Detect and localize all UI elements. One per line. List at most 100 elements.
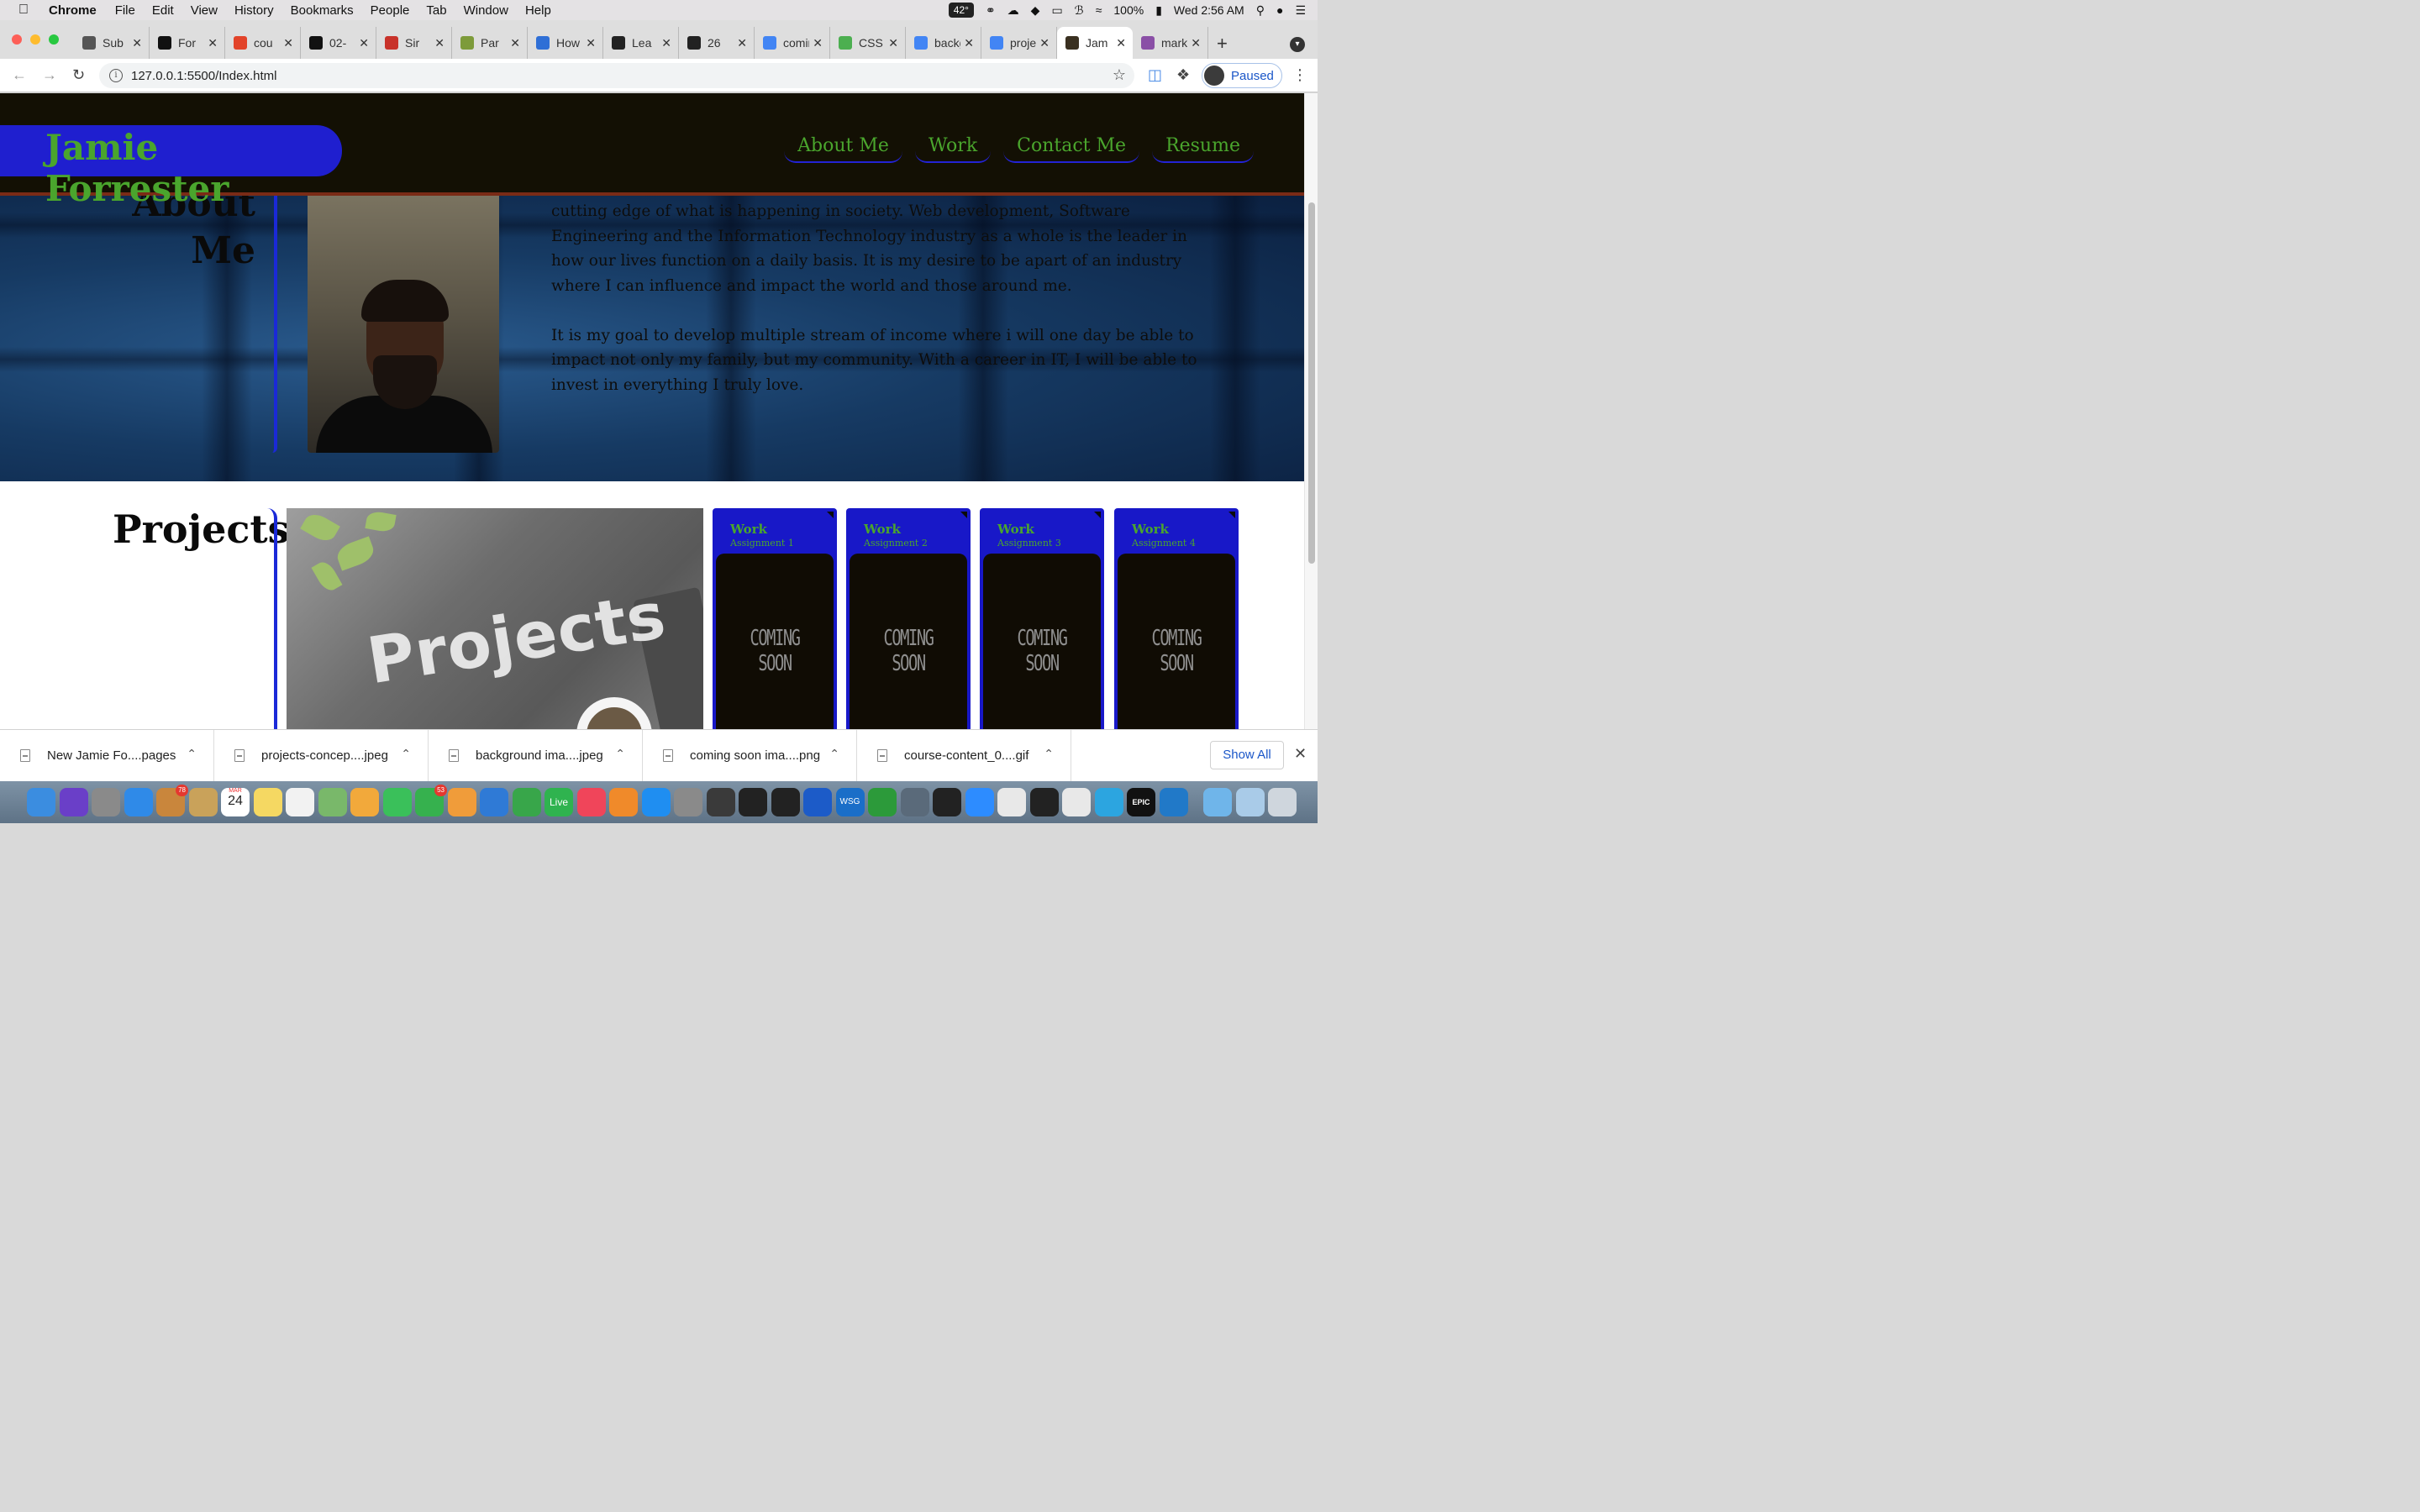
tab-search-icon[interactable]: ▾	[1290, 37, 1305, 52]
pages-icon[interactable]	[447, 788, 476, 816]
project-card[interactable]: Work Assignment 4 COMING SOON	[1114, 508, 1239, 729]
browser-tab[interactable]: 26 ✕	[679, 27, 755, 59]
siri-icon[interactable]	[59, 788, 88, 816]
chevron-up-icon[interactable]: ⌃	[615, 747, 625, 761]
project-card[interactable]: Work Assignment 3 COMING SOON	[980, 508, 1104, 729]
waves-icon[interactable]	[803, 788, 832, 816]
close-tab-icon[interactable]: ✕	[1116, 36, 1126, 50]
page-scrollbar[interactable]	[1304, 93, 1318, 729]
forward-arrow-icon[interactable]: →	[42, 66, 57, 84]
brand-name[interactable]: Jamie Forrester	[45, 127, 342, 209]
apple-menu-icon[interactable]: 	[18, 3, 35, 18]
menu-people[interactable]: People	[371, 3, 410, 18]
waves-icon[interactable]	[771, 788, 800, 816]
close-tab-icon[interactable]: ✕	[888, 36, 898, 50]
battery-icon[interactable]: ▮	[1155, 3, 1162, 18]
close-window-button[interactable]	[12, 34, 22, 45]
spotlight-search-icon[interactable]: ⚲	[1256, 3, 1265, 18]
back-arrow-icon[interactable]: ←	[12, 66, 27, 84]
menu-help[interactable]: Help	[525, 3, 551, 18]
telegram-icon[interactable]	[1094, 788, 1123, 816]
notification-center-icon[interactable]: ☰	[1295, 3, 1306, 18]
chevron-up-icon[interactable]: ⌃	[401, 747, 411, 761]
trash-icon[interactable]	[1268, 788, 1297, 816]
zoom-window-button[interactable]	[49, 34, 59, 45]
finder-icon[interactable]	[27, 788, 55, 816]
numbers-icon[interactable]	[512, 788, 541, 816]
download-item[interactable]: course-content_0....gif ⌃	[857, 729, 1071, 782]
new-tab-button[interactable]: +	[1217, 33, 1228, 55]
live-icon[interactable]: Live	[544, 788, 573, 816]
close-tab-icon[interactable]: ✕	[1191, 36, 1201, 50]
chevron-up-icon[interactable]: ⌃	[829, 747, 839, 761]
project-card[interactable]: Work Assignment 2 COMING SOON	[846, 508, 971, 729]
browser-tab[interactable]: project✕	[981, 27, 1057, 59]
download-item[interactable]: coming soon ima....png ⌃	[643, 729, 857, 782]
waves-icon[interactable]	[739, 788, 767, 816]
browser-tab[interactable]: Par ✕	[452, 27, 528, 59]
reminders-icon[interactable]	[286, 788, 314, 816]
bluetooth-icon[interactable]: ℬ	[1075, 3, 1084, 18]
mail-stamp-icon[interactable]: 78	[156, 785, 188, 816]
safari-icon[interactable]	[124, 788, 153, 816]
browser-tab[interactable]: markdo✕	[1133, 27, 1208, 59]
facetime-icon[interactable]: 53	[415, 785, 447, 816]
site-info-icon[interactable]: i	[109, 69, 123, 82]
close-tab-icon[interactable]: ✕	[661, 36, 671, 50]
browser-tab[interactable]: backgr ✕	[906, 27, 981, 59]
url-text[interactable]: 127.0.0.1:5500/Index.html	[131, 69, 276, 83]
photos-icon[interactable]	[350, 788, 379, 816]
download-item[interactable]: New Jamie Fo....pages ⌃	[0, 729, 214, 782]
browser-tab[interactable]: Sir ✕	[376, 27, 452, 59]
browser-tab[interactable]: Sub ✕	[74, 27, 150, 59]
browser-tab[interactable]: For ✕	[150, 27, 225, 59]
messages-icon[interactable]	[382, 788, 412, 816]
browser-tab[interactable]: How ✕	[528, 27, 603, 59]
epic-games-icon[interactable]: EPIC	[1127, 788, 1155, 816]
notes-icon[interactable]	[253, 788, 282, 816]
nav-work[interactable]: Work	[914, 134, 992, 163]
browser-tab[interactable]: cou ✕	[225, 27, 301, 59]
launchpad-icon[interactable]	[92, 788, 120, 816]
system-preferences-icon[interactable]	[674, 788, 702, 816]
browser-tab[interactable]: coming ✕	[755, 27, 830, 59]
extension-cup-icon[interactable]: ◫	[1148, 66, 1162, 84]
wsg-icon[interactable]: WSG	[835, 788, 865, 816]
close-tab-icon[interactable]: ✕	[1039, 36, 1050, 50]
projects-hero-image[interactable]: Projects	[287, 508, 703, 729]
weather-widget[interactable]: 42°	[948, 3, 974, 18]
airplay-icon[interactable]: ▭	[1051, 3, 1062, 18]
chrome-menu-icon[interactable]: ⋮	[1292, 66, 1307, 84]
menu-edit[interactable]: Edit	[152, 3, 174, 18]
nav-about-me[interactable]: About Me	[784, 134, 902, 163]
menu-bookmarks[interactable]: Bookmarks	[291, 3, 354, 18]
clock[interactable]: Wed 2:56 AM	[1174, 3, 1244, 17]
browser-tab[interactable]: CSS Fo✕	[830, 27, 906, 59]
close-download-shelf-icon[interactable]: ✕	[1294, 745, 1307, 763]
menu-view[interactable]: View	[191, 3, 218, 18]
download-item[interactable]: background ima....jpeg ⌃	[429, 729, 643, 782]
menu-history[interactable]: History	[234, 3, 274, 18]
terminal-icon[interactable]	[1029, 788, 1059, 816]
close-tab-icon[interactable]: ✕	[208, 36, 218, 50]
folder-icon[interactable]	[1203, 788, 1232, 816]
close-tab-icon[interactable]: ✕	[964, 36, 974, 50]
bookmark-star-icon[interactable]: ☆	[1113, 66, 1126, 84]
close-tab-icon[interactable]: ✕	[510, 36, 520, 50]
maps-icon[interactable]	[318, 788, 347, 816]
browser-tab[interactable]: Lea ✕	[603, 27, 679, 59]
project-card[interactable]: Work Assignment 1 COMING SOON	[713, 508, 837, 729]
folder-icon[interactable]	[1235, 788, 1265, 816]
siri-icon[interactable]: ●	[1276, 3, 1283, 17]
scrollbar-thumb[interactable]	[1308, 202, 1315, 564]
books-icon[interactable]	[609, 788, 638, 816]
chevron-up-icon[interactable]: ⌃	[1044, 747, 1054, 761]
zoom-icon[interactable]	[965, 788, 994, 816]
app-menu-chrome[interactable]: Chrome	[49, 3, 97, 18]
close-tab-icon[interactable]: ✕	[737, 36, 747, 50]
close-tab-icon[interactable]: ✕	[434, 36, 445, 50]
close-tab-icon[interactable]: ✕	[132, 36, 142, 50]
creative-cloud-icon[interactable]: ⚭	[986, 3, 996, 18]
close-tab-icon[interactable]: ✕	[813, 36, 823, 50]
cloud-sync-icon[interactable]: ☁	[1007, 3, 1019, 18]
